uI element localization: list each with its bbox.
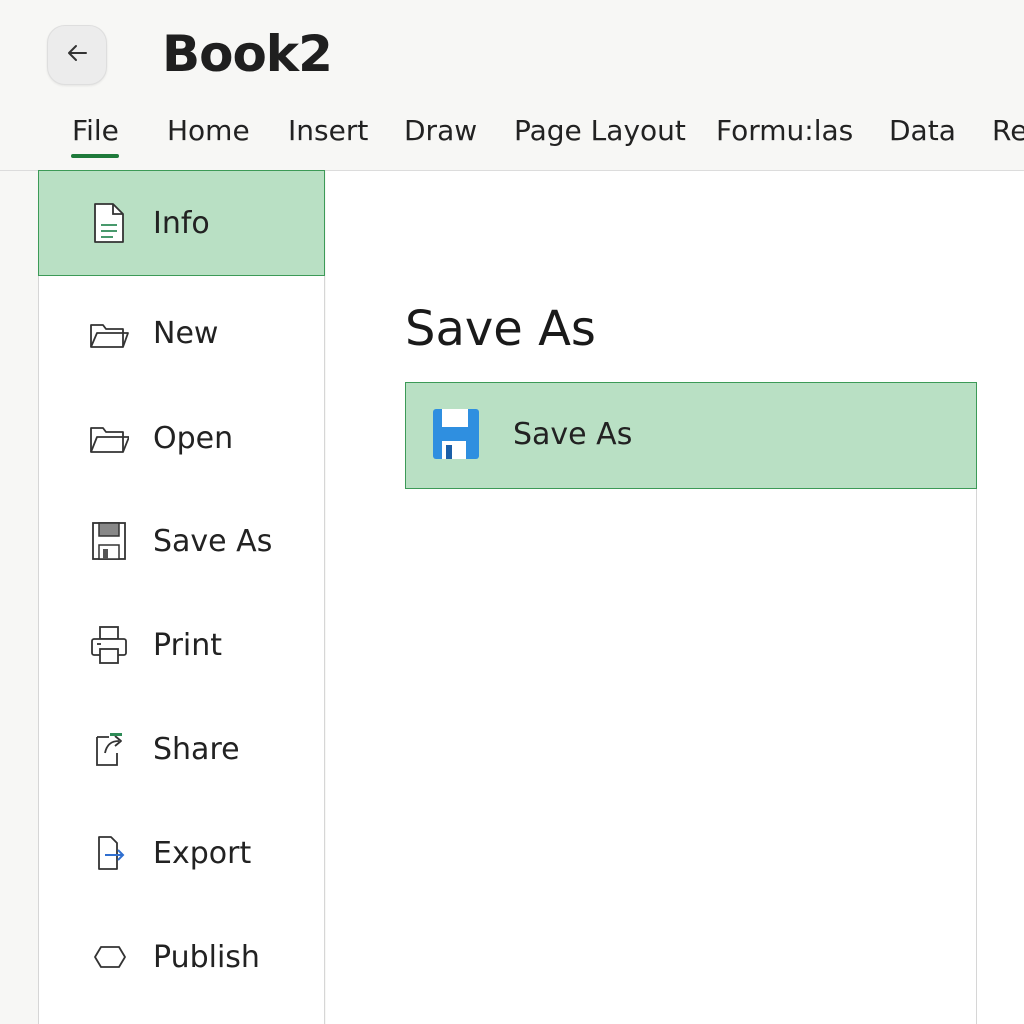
tab-page-layout[interactable]: Page Layout xyxy=(514,108,686,154)
sidebar-item-new[interactable]: New xyxy=(39,280,326,386)
sidebar-item-info[interactable]: Info xyxy=(38,170,325,276)
folder-open-icon xyxy=(89,416,129,460)
sidebar-item-label: Info xyxy=(153,205,210,241)
page-title: Save As xyxy=(405,301,596,357)
sidebar-item-open[interactable]: Open xyxy=(39,385,326,491)
arrow-left-icon xyxy=(62,38,92,72)
share-icon xyxy=(89,727,129,771)
folder-open-icon xyxy=(89,311,129,355)
backstage-main-panel: Save As Save As xyxy=(326,171,1024,1024)
document-title: Book2 xyxy=(162,25,333,83)
save-as-option[interactable]: Save As xyxy=(405,382,977,489)
floppy-disk-icon xyxy=(431,407,481,461)
sidebar-item-label: Export xyxy=(153,835,252,871)
document-icon xyxy=(89,201,129,245)
tab-file[interactable]: File xyxy=(72,108,119,154)
save-as-option-list: Save As xyxy=(405,382,977,1024)
tab-home[interactable]: Home xyxy=(167,108,250,154)
sidebar-item-publish[interactable]: Publish xyxy=(39,904,326,1010)
backstage-sidebar: Info New Open Save As Print Share Export… xyxy=(38,170,325,1024)
publish-icon xyxy=(89,935,129,979)
sidebar-item-export[interactable]: Export xyxy=(39,800,326,906)
tab-formulas[interactable]: Formu:las xyxy=(716,108,853,154)
save-as-option-label: Save As xyxy=(513,417,633,452)
printer-icon xyxy=(89,623,129,667)
floppy-disk-icon xyxy=(89,519,129,563)
tab-insert[interactable]: Insert xyxy=(288,108,368,154)
sidebar-item-label: Share xyxy=(153,731,240,767)
active-tab-indicator xyxy=(71,154,119,158)
sidebar-item-label: New xyxy=(153,315,219,351)
sidebar-item-label: Publish xyxy=(153,939,260,975)
sidebar-item-share[interactable]: Share xyxy=(39,696,326,802)
ribbon-tabs: File Home Insert Draw Page Layout Formu:… xyxy=(0,108,1024,170)
sidebar-item-label: Print xyxy=(153,627,223,663)
sidebar-item-label: Open xyxy=(153,420,234,456)
sidebar-item-save-as[interactable]: Save As xyxy=(39,488,326,594)
sidebar-item-print[interactable]: Print xyxy=(39,592,326,698)
back-button[interactable] xyxy=(47,25,107,85)
export-icon xyxy=(89,831,129,875)
excel-backstage-window: Book2 File Home Insert Draw Page Layout … xyxy=(0,0,1024,1024)
sidebar-item-label: Save As xyxy=(153,523,273,559)
tab-review[interactable]: Re xyxy=(992,108,1024,154)
tab-draw[interactable]: Draw xyxy=(404,108,477,154)
tab-data[interactable]: Data xyxy=(889,108,956,154)
